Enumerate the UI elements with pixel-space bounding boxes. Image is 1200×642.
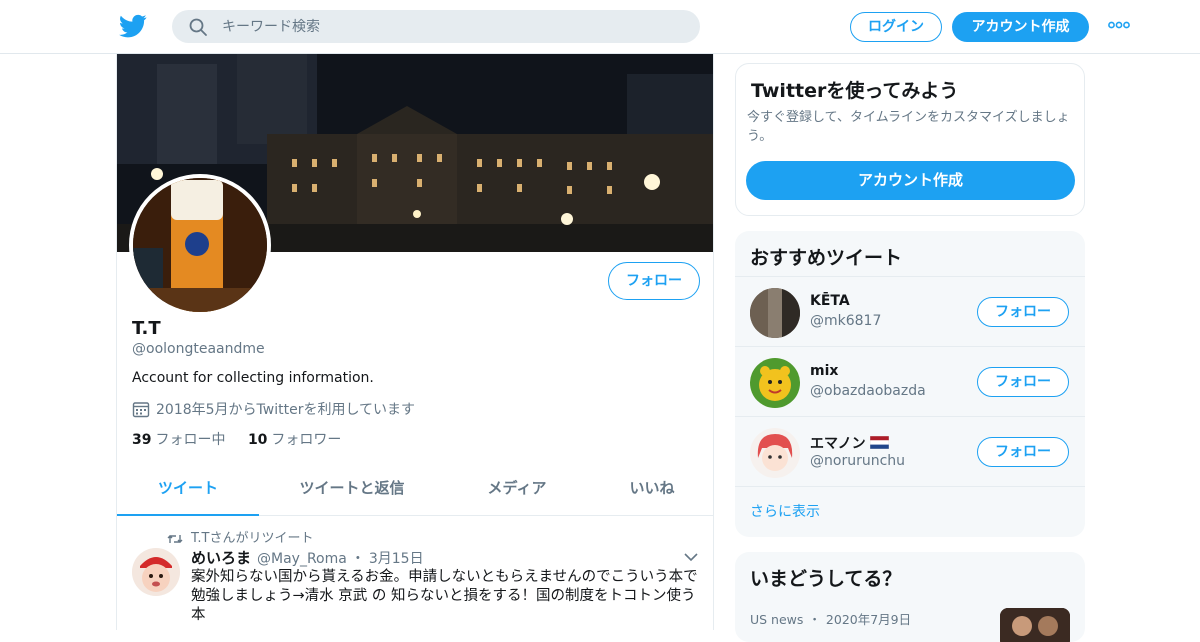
gummy-bear-picture [750,358,800,408]
recommended-user[interactable]: mix @obazdaobazda フォロー [735,346,1085,416]
tweet-separator: ・ [350,551,365,567]
search-input[interactable] [222,10,682,43]
recommended-user-name: エマノン [810,433,890,453]
recommended-user[interactable]: KĒTA @mk6817 フォロー [735,276,1085,346]
recommended-user-name-text: エマノン [810,436,866,452]
profile-bio: Account for collecting information. [132,370,374,386]
following-count: 39 [132,432,152,448]
profile-avatar[interactable] [129,174,271,316]
follow-button[interactable]: フォロー [977,437,1069,467]
tab-likes[interactable]: いいね [611,464,693,516]
tweet-author-avatar[interactable] [132,548,180,596]
avatar[interactable] [750,288,800,338]
chevron-down-icon[interactable] [683,551,699,563]
trends-card: いまどうしてる？ US news ・ 2020年7月9日 [735,552,1085,642]
recommended-user-name: mix [810,363,839,379]
baby-photo-picture [132,548,180,596]
following-label: フォロー中 [155,432,226,448]
recommended-user[interactable]: エマノン @norurunchu フォロー [735,416,1085,486]
anime-character-picture [750,428,800,478]
profile-join-date: 2018年5月からTwitterを利用しています [132,399,415,419]
netherlands-flag-icon [870,435,890,450]
trends-title: いまどうしてる？ [750,568,902,590]
recommended-user-handle: @norurunchu [810,453,906,469]
recommended-user-handle: @mk6817 [810,313,882,329]
more-options-icon[interactable] [1108,18,1130,32]
retweet-context-text: T.Tさんがリツイート [191,531,314,546]
follow-button[interactable]: フォロー [977,367,1069,397]
follow-button[interactable]: フォロー [608,262,700,300]
login-button[interactable]: ログイン [850,12,942,42]
show-more-link[interactable]: さらに表示 [750,501,820,521]
recommended-user-name: KĒTA [810,293,850,309]
search-box[interactable] [172,10,700,43]
profile-column: フォロー T.T @oolongteaandme Account for col… [116,54,714,630]
tab-tweets[interactable]: ツイート [117,464,259,516]
signup-button[interactable]: アカウント作成 [952,12,1089,42]
recommended-user-handle: @obazdaobazda [810,383,926,399]
avatar[interactable] [750,428,800,478]
tweet-text: 案外知らない国から貰えるお金。申請しないともらえませんのでこういう本で勉強しまし… [191,569,698,623]
signup-prompt-card: Twitterを使ってみよう 今すぐ登録して、タイムラインをカスタマイズしましょ… [735,63,1085,216]
twitter-logo-icon[interactable] [118,12,148,40]
signup-card-title: Twitterを使ってみよう [751,80,959,102]
recommended-users-card: おすすめツイート KĒTA @mk6817 フォロー mix @obazdaob [735,231,1085,537]
retweet-icon [167,535,183,543]
divider [735,486,1085,487]
tab-tweets-and-replies[interactable]: ツイートと返信 [279,464,425,516]
followers-label: フォロワー [271,432,342,448]
signup-card-button[interactable]: アカウント作成 [746,161,1075,200]
beer-glass-picture [133,178,267,312]
avatar[interactable] [750,358,800,408]
profile-stats: 39 フォロー中 10 フォロワー [132,429,341,449]
following-stat[interactable]: 39 フォロー中 [132,432,225,448]
join-date-text: 2018年5月からTwitterを利用しています [156,402,416,418]
followers-count: 10 [247,432,268,448]
trend-item-meta[interactable]: US news ・ 2020年7月9日 [750,609,911,628]
trend-date: 2020年7月9日 [825,612,912,627]
recommended-title: おすすめツイート [750,247,903,269]
tweet-header: めいろま @May_Roma ・ 3月15日 [191,547,424,568]
tweet-item[interactable]: T.Tさんがリツイート めいろま @May_Roma ・ 3月15日 案外知らない国か… [117,517,713,630]
tweet-author-name[interactable]: めいろま [191,549,251,567]
tweet-date[interactable]: 3月15日 [369,551,424,567]
alley-photo-picture [750,288,800,338]
signup-card-description: 今すぐ登録して、タイムラインをカスタマイズしましょう。 [747,110,1070,144]
profile-tabs: ツイート ツイートと返信 メディア いいね [117,464,713,516]
search-icon [189,18,207,36]
trend-thumbnail[interactable] [1000,608,1070,642]
follow-button[interactable]: フォロー [977,297,1069,327]
trend-separator: ・ [808,612,821,627]
tab-media[interactable]: メディア [457,464,577,516]
trend-source: US news [750,612,804,627]
tweet-author-handle[interactable]: @May_Roma [257,551,347,567]
followers-stat[interactable]: 10 フォロワー [248,432,341,448]
news-photo-picture [1000,608,1070,642]
profile-name: T.T [132,318,161,339]
profile-handle[interactable]: @oolongteaandme [132,341,265,357]
top-navigation-bar: ログイン アカウント作成 [0,0,1200,54]
calendar-icon [132,402,150,418]
retweet-context: T.Tさんがリツイート [167,527,313,546]
